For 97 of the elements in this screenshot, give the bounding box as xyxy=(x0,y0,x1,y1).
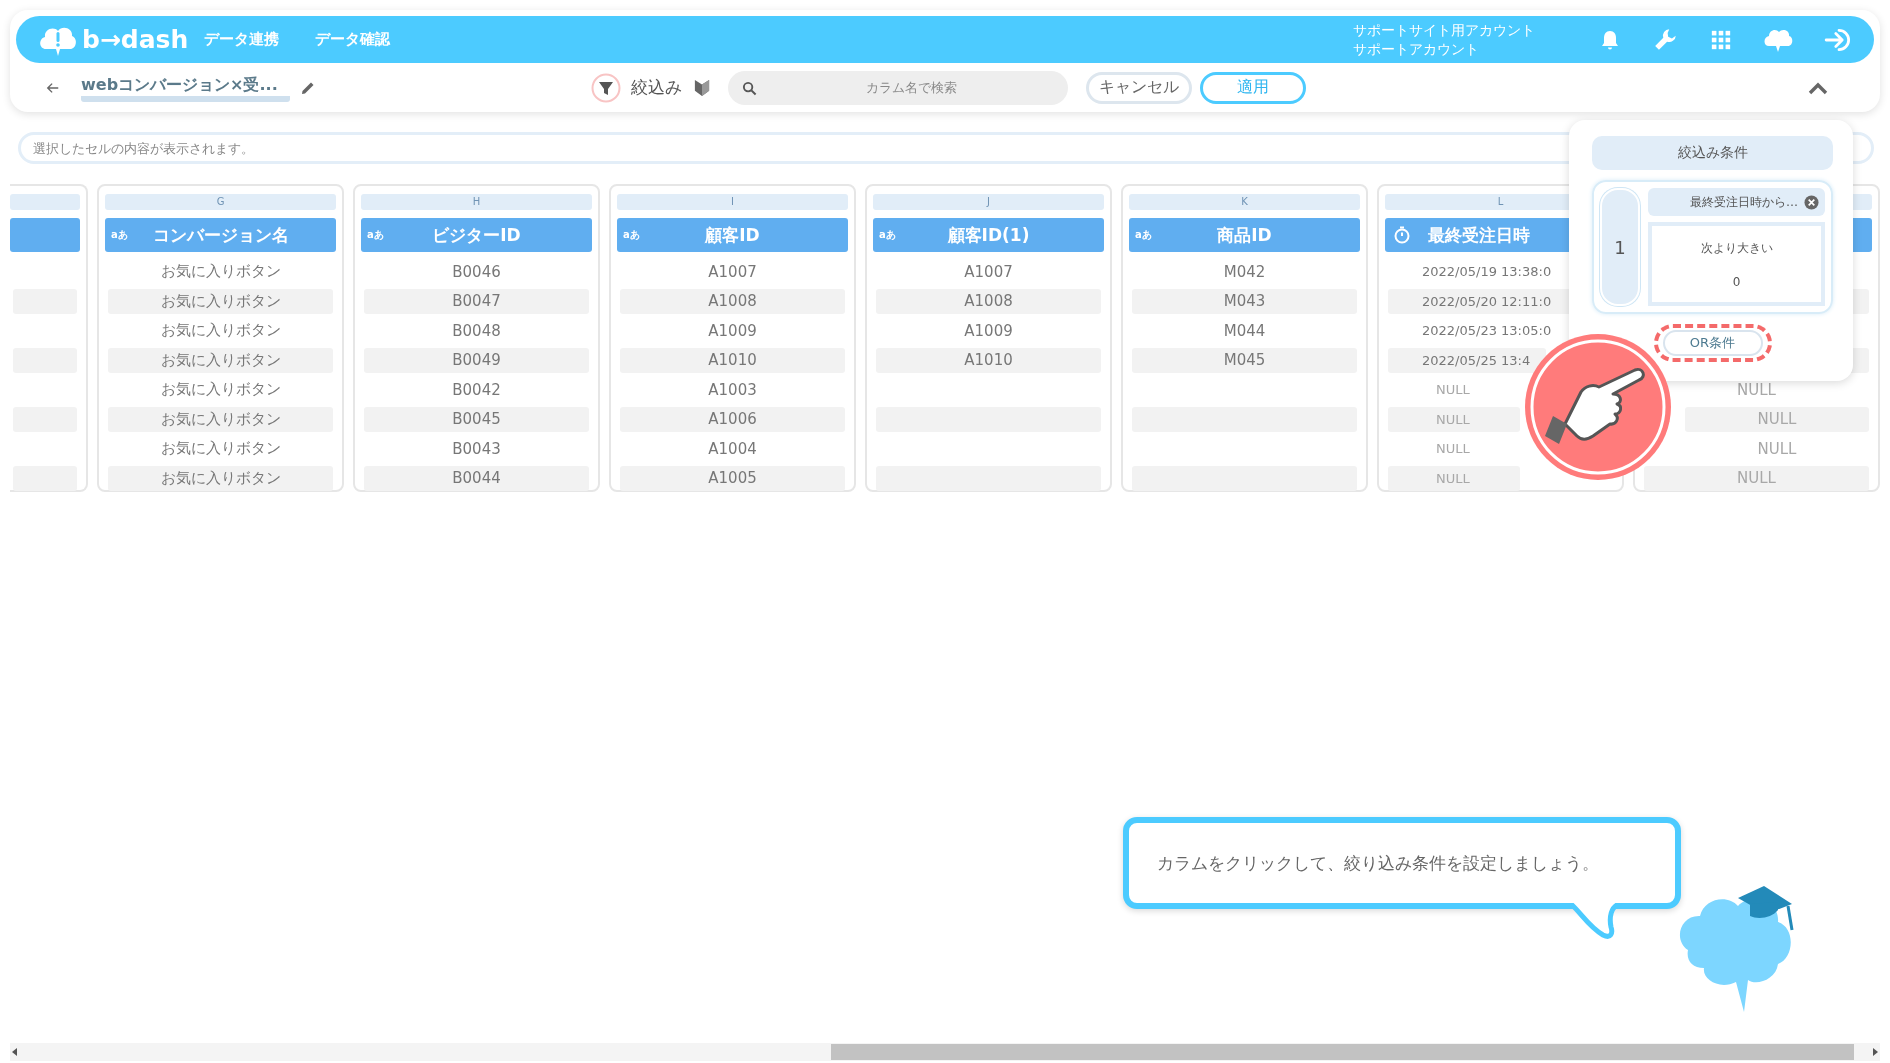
column-letter: J xyxy=(873,194,1104,210)
table-cell[interactable]: B0044 xyxy=(364,465,589,491)
table-cell[interactable]: NULL xyxy=(1388,465,1520,491)
table-cell[interactable]: M043 xyxy=(1132,288,1357,314)
condition-operator: 次より大きい xyxy=(1700,239,1773,257)
panel-title: 絞込み条件 xyxy=(1592,136,1833,170)
table-cell[interactable]: B0048 xyxy=(364,318,589,343)
column-header[interactable]: aあ 顧客ID xyxy=(617,218,848,252)
group-number: 1 xyxy=(1600,188,1640,306)
table-cell[interactable]: A1008 xyxy=(620,288,845,314)
column-name: 顧客ID xyxy=(705,223,760,247)
condition-chip[interactable]: 最終受注日時から… xyxy=(1648,188,1825,216)
table-cell[interactable]: B0049 xyxy=(364,347,589,373)
scroll-right-icon[interactable] xyxy=(1870,1047,1880,1057)
table-cell[interactable]: NULL xyxy=(1685,406,1869,432)
table-cell[interactable]: B0045 xyxy=(364,406,589,432)
table-cell[interactable]: NULL xyxy=(1388,377,1520,402)
table-cell[interactable]: 2022/05/25 13:4 xyxy=(1388,347,1546,373)
table-cell[interactable]: 2022/05/19 13:38:0 xyxy=(1388,259,1572,284)
or-condition-button[interactable]: OR条件 xyxy=(1662,330,1763,356)
table-cell[interactable]: B0047 xyxy=(364,288,589,314)
table-cell[interactable]: お気に入りボタン xyxy=(108,347,333,373)
type-label: aあ xyxy=(367,228,384,242)
column-header[interactable]: aあ 商品ID xyxy=(1129,218,1360,252)
table-cell[interactable]: A1007 xyxy=(620,259,845,284)
scroll-left-icon[interactable] xyxy=(10,1047,20,1057)
filter-icon[interactable] xyxy=(591,72,621,103)
close-icon[interactable] xyxy=(1804,194,1819,210)
collapse-chevron-icon[interactable] xyxy=(1808,80,1828,95)
search-field[interactable]: カラム名で検索 xyxy=(728,70,1068,105)
table-cell[interactable]: お気に入りボタン xyxy=(108,465,333,491)
table-cell[interactable]: お気に入りボタン xyxy=(108,288,333,314)
column-name: 顧客ID(1) xyxy=(947,223,1030,247)
table-cell[interactable]: お気に入りボタン xyxy=(108,406,333,432)
filter-label: 絞込み xyxy=(631,76,682,99)
column-name: ビジターID xyxy=(432,223,521,247)
table-cell[interactable] xyxy=(13,465,77,491)
table-cell[interactable]: NULL xyxy=(1644,465,1869,491)
table-cell[interactable]: A1006 xyxy=(620,406,845,432)
type-label: aあ xyxy=(1135,228,1152,242)
table-cell[interactable] xyxy=(876,465,1101,491)
column-letter-bar xyxy=(10,194,80,210)
table-cell[interactable]: A1009 xyxy=(876,318,1101,343)
table-cell[interactable]: A1005 xyxy=(620,465,845,491)
column-letter: I xyxy=(617,194,848,210)
scroll-thumb[interactable] xyxy=(831,1044,1854,1060)
table-cell[interactable]: A1008 xyxy=(876,288,1101,314)
table-cell[interactable]: B0042 xyxy=(364,377,589,402)
table-cell[interactable]: A1003 xyxy=(620,377,845,402)
column-letter: H xyxy=(361,194,592,210)
table-cell[interactable]: A1007 xyxy=(876,259,1101,284)
table-cell[interactable]: NULL xyxy=(1388,436,1520,461)
type-label: aあ xyxy=(879,228,896,242)
stopwatch-icon xyxy=(1393,226,1411,244)
column-header[interactable]: aあ コンバージョン名 xyxy=(105,218,336,252)
column-header[interactable]: aあ ビジターID xyxy=(361,218,592,252)
account-name: サポートアカウント xyxy=(1353,39,1480,59)
account-name: サポートサイト用アカウント xyxy=(1353,20,1535,40)
table-cell[interactable]: 2022/05/20 12:11:0 xyxy=(1388,288,1572,314)
table-cell[interactable]: A1010 xyxy=(620,347,845,373)
column-name: コンバージョン名 xyxy=(152,223,289,247)
condition-column: 最終受注日時から… xyxy=(1690,193,1798,211)
tutorial-message: カラムをクリックして、絞り込み条件を設定しましょう。 xyxy=(1157,851,1599,875)
condition-value: 0 xyxy=(1732,274,1741,289)
table-cell[interactable]: NULL xyxy=(1685,436,1869,461)
condition-box[interactable]: 次より大きい 0 xyxy=(1648,222,1825,306)
table-cell[interactable]: A1004 xyxy=(620,436,845,461)
back-arrow-icon[interactable] xyxy=(46,80,60,95)
cancel-button[interactable]: キャンセル xyxy=(1086,71,1192,104)
table-cell[interactable]: B0046 xyxy=(364,259,589,284)
apply-button[interactable]: 適用 xyxy=(1200,71,1306,104)
column-letter: K xyxy=(1129,194,1360,210)
table-cell[interactable]: A1010 xyxy=(876,347,1101,373)
table-cell[interactable]: M045 xyxy=(1132,347,1357,373)
table-cell[interactable]: お気に入りボタン xyxy=(108,377,333,402)
grid-icon[interactable] xyxy=(1710,28,1732,51)
horizontal-scrollbar[interactable] xyxy=(10,1043,1880,1061)
dataset-title[interactable]: webコンバージョン×受... xyxy=(81,73,290,102)
column-header[interactable]: aあ 顧客ID(1) xyxy=(873,218,1104,252)
type-label: aあ xyxy=(111,228,128,242)
type-label: aあ xyxy=(623,228,640,242)
table-cell[interactable]: お気に入りボタン xyxy=(108,259,333,284)
column-name: 最終受注日時 xyxy=(1427,223,1530,247)
table-cell[interactable]: A1009 xyxy=(620,318,845,343)
column-name: 商品ID xyxy=(1217,223,1272,247)
column-letter: G xyxy=(105,194,336,210)
table-cell[interactable]: M044 xyxy=(1132,318,1357,343)
table-cell[interactable]: 2022/05/23 13:05:0 xyxy=(1388,318,1572,343)
column-header[interactable]: 最終受注日時 xyxy=(1385,218,1572,252)
table-cell[interactable]: お気に入りボタン xyxy=(108,436,333,461)
search-icon xyxy=(742,80,757,96)
table-cell[interactable]: M042 xyxy=(1132,259,1357,284)
table-cell[interactable]: B0043 xyxy=(364,436,589,461)
column-header[interactable] xyxy=(10,218,80,252)
table-cell[interactable] xyxy=(1132,465,1357,491)
table-cell[interactable]: NULL xyxy=(1388,406,1520,432)
table-cell[interactable]: お気に入りボタン xyxy=(108,318,333,343)
